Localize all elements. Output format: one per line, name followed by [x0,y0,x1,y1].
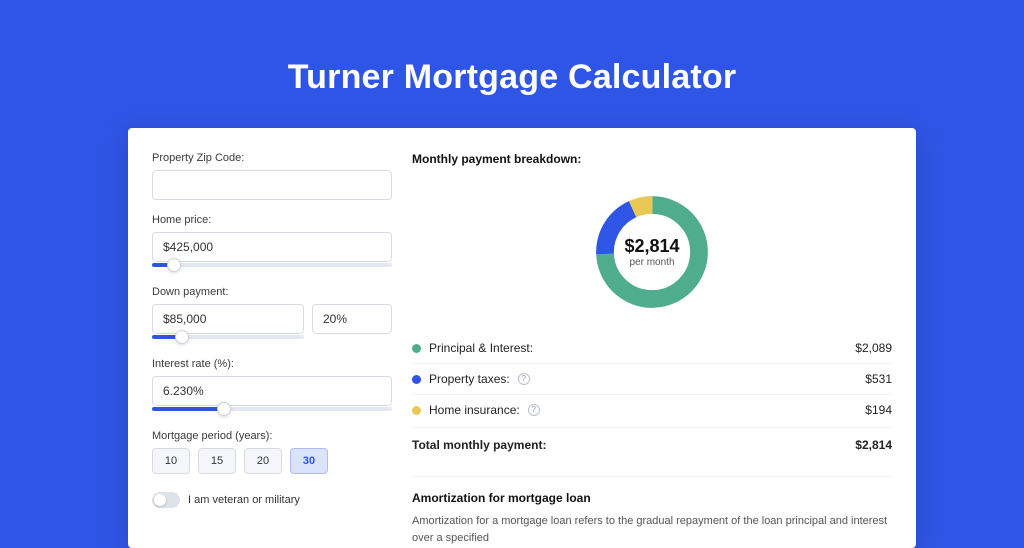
breakdown-item-label: Home insurance: [429,403,520,417]
legend-dot-blue [412,375,421,384]
breakdown-item-value: $531 [865,372,892,386]
period-option-15[interactable]: 15 [198,448,236,474]
veteran-toggle[interactable] [152,492,180,508]
interest-rate-label: Interest rate (%): [152,358,392,370]
breakdown-line: Principal & Interest: $2,089 [412,332,892,363]
legend-dot-green [412,344,421,353]
down-payment-percent-input[interactable] [312,304,392,334]
field-down-payment: Down payment: [152,286,392,344]
form-column: Property Zip Code: Home price: Down paym… [152,152,392,546]
payment-donut-chart: $2,814 per month [590,190,714,314]
field-zip: Property Zip Code: [152,152,392,200]
legend-dot-yellow [412,406,421,415]
zip-label: Property Zip Code: [152,152,392,164]
period-option-10[interactable]: 10 [152,448,190,474]
amortization-body: Amortization for a mortgage loan refers … [412,513,892,546]
period-option-20[interactable]: 20 [244,448,282,474]
zip-input[interactable] [152,170,392,200]
breakdown-total: Total monthly payment: $2,814 [412,427,892,460]
calculator-card: Property Zip Code: Home price: Down paym… [128,128,916,548]
breakdown-total-label: Total monthly payment: [412,438,546,452]
donut-center-value: $2,814 [624,236,679,257]
breakdown-line: Home insurance:? $194 [412,394,892,425]
breakdown-line: Property taxes:? $531 [412,363,892,394]
period-options: 10 15 20 30 [152,448,392,474]
interest-rate-slider[interactable] [152,402,392,416]
home-price-slider[interactable] [152,258,392,272]
breakdown-item-label: Principal & Interest: [429,341,533,355]
breakdown-list: Principal & Interest: $2,089 Property taxe… [412,332,892,460]
down-payment-slider[interactable] [152,330,304,344]
field-veteran: I am veteran or military [152,492,392,508]
info-icon[interactable]: ? [528,404,540,416]
breakdown-title: Monthly payment breakdown: [412,152,892,166]
mortgage-period-label: Mortgage period (years): [152,430,392,442]
info-icon[interactable]: ? [518,373,530,385]
field-home-price: Home price: [152,214,392,272]
breakdown-item-label: Property taxes: [429,372,510,386]
field-mortgage-period: Mortgage period (years): 10 15 20 30 [152,430,392,474]
breakdown-item-value: $194 [865,403,892,417]
field-interest-rate: Interest rate (%): [152,358,392,416]
breakdown-column: Monthly payment breakdown: $2,814 per mo… [412,152,892,546]
page-title: Turner Mortgage Calculator [0,58,1024,97]
donut-center-sub: per month [629,257,674,268]
down-payment-label: Down payment: [152,286,392,298]
amortization-section: Amortization for mortgage loan Amortizat… [412,476,892,546]
home-price-label: Home price: [152,214,392,226]
veteran-label: I am veteran or military [188,494,300,506]
breakdown-item-value: $2,089 [855,341,892,355]
period-option-30[interactable]: 30 [290,448,328,474]
amortization-title: Amortization for mortgage loan [412,491,892,505]
breakdown-total-value: $2,814 [855,438,892,452]
